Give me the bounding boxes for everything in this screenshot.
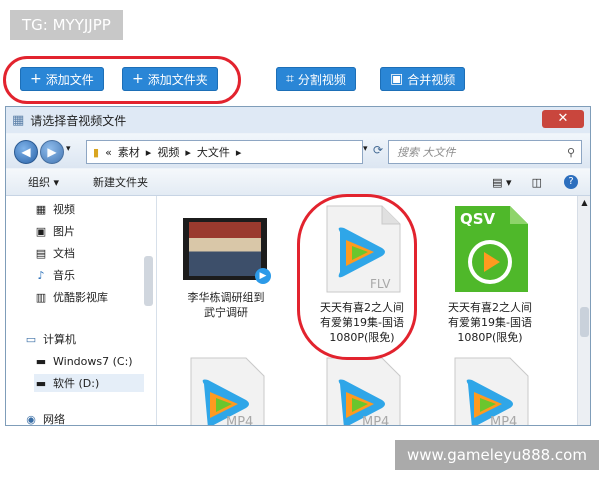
add-file-button[interactable]: + 添加文件	[20, 67, 104, 91]
sidebar-item-documents[interactable]: ▤ 文档	[34, 244, 75, 262]
breadcrumb-item[interactable]: 素材	[118, 144, 140, 160]
file-open-dialog: ▦ 请选择音视频文件 ✕ ◀ ▶ ▾ ▮ « 素材 ▸ 视频 ▸ 大文件 ▸ ▾…	[5, 106, 591, 426]
network-icon: ◉	[26, 412, 36, 426]
address-dropdown-icon[interactable]: ▾	[363, 144, 368, 154]
sidebar-item-drive-c[interactable]: ▬ Windows7 (C:)	[34, 352, 133, 370]
file-name: 李华栋调研组到 武宁调研	[187, 291, 265, 319]
close-button[interactable]: ✕	[542, 110, 584, 128]
help-icon[interactable]: ?	[564, 175, 578, 189]
sidebar-item-label: Windows7 (C:)	[53, 354, 133, 368]
tencent-video-mp4-icon: MP4	[454, 357, 529, 426]
tencent-video-mp4-icon: MP4	[190, 357, 265, 426]
add-folder-button[interactable]: + 添加文件夹	[122, 67, 218, 91]
file-type-label: QSV	[460, 210, 496, 228]
sidebar-item-label: 视频	[53, 203, 75, 216]
sidebar-item-label: 图片	[53, 225, 75, 238]
navigation-bar: ◀ ▶ ▾ ▮ « 素材 ▸ 视频 ▸ 大文件 ▸ ▾ ⟳ 搜索 大文件 ⚲	[6, 134, 590, 168]
sidebar-item-label: 优酷影视库	[53, 291, 108, 304]
music-library-icon: ♪	[37, 268, 45, 282]
play-badge-icon: ▶	[255, 268, 271, 284]
sidebar-item-label: 网络	[43, 413, 65, 426]
breadcrumb-separator-icon: ▸	[145, 145, 152, 159]
file-list: ▶ 李华栋调研组到 武宁调研 FLV 天天有喜2之人间 有爱第19集-国语 10…	[157, 194, 577, 426]
sidebar-item-music[interactable]: ♪ 音乐	[34, 266, 75, 284]
file-type-label: MP4	[226, 415, 253, 426]
youku-library-icon: ▥	[35, 290, 47, 304]
sidebar-item-youku[interactable]: ▥ 优酷影视库	[34, 288, 108, 306]
file-item[interactable]: MP4	[435, 356, 545, 426]
file-item[interactable]: MP4	[307, 356, 417, 426]
command-bar: 组织 ▾ 新建文件夹 ▤ ▾ ◫ ?	[6, 169, 590, 196]
dialog-titlebar: ▦ 请选择音视频文件	[6, 107, 590, 133]
file-item[interactable]: QSV 天天有喜2之人间 有爱第19集-国语 1080P(限免)	[435, 200, 545, 350]
navigation-pane: ▦ 视频 ▣ 图片 ▤ 文档 ♪ 音乐 ▥ 优酷影视库 ▭ 计算机 ▬ Wind…	[6, 196, 157, 425]
history-dropdown-icon[interactable]: ▾	[66, 144, 71, 154]
sidebar-scrollbar[interactable]	[144, 256, 153, 306]
breadcrumb-item[interactable]: 视频	[157, 144, 179, 160]
plus-icon: +	[30, 71, 42, 87]
tencent-video-mp4-icon: MP4	[326, 357, 401, 426]
split-video-label: 分割视频	[297, 72, 346, 87]
merge-video-button[interactable]: ▣ 合并视频	[380, 67, 466, 91]
file-item[interactable]: MP4	[171, 356, 281, 426]
video-thumbnail: ▶	[183, 218, 271, 284]
file-name: 天天有喜2之人间 有爱第19集-国语 1080P(限免)	[448, 301, 532, 344]
scroll-up-icon[interactable]: ▲	[578, 198, 590, 207]
back-arrow-icon[interactable]: ◀	[14, 140, 38, 164]
folder-icon: ▮	[93, 145, 100, 159]
view-options-icon[interactable]: ▤ ▾	[492, 176, 511, 189]
computer-icon: ▭	[25, 332, 37, 346]
file-type-label: MP4	[490, 415, 517, 426]
breadcrumb-separator-icon: ▸	[185, 145, 191, 159]
file-type-label: MP4	[362, 415, 389, 426]
watermark-tg: TG: MYYJJPP	[10, 10, 123, 40]
scroll-thumb[interactable]	[580, 307, 589, 337]
drive-icon: ▬	[35, 376, 47, 390]
sidebar-item-network[interactable]: ◉ 网络	[24, 410, 65, 426]
content-scrollbar[interactable]: ▲	[577, 196, 590, 425]
sidebar-item-pictures[interactable]: ▣ 图片	[34, 222, 75, 240]
annotation-ring-flv-file	[297, 194, 417, 360]
add-folder-label: 添加文件夹	[147, 72, 208, 87]
watermark-site: www.gameleyu888.com	[395, 440, 599, 470]
dialog-title: 请选择音视频文件	[30, 113, 127, 128]
organize-menu[interactable]: 组织 ▾	[28, 174, 59, 190]
breadcrumb-collapse[interactable]: «	[105, 146, 112, 159]
crop-icon: ⌗	[286, 71, 294, 87]
refresh-icon[interactable]: ⟳	[373, 143, 383, 157]
breadcrumb-separator-icon: ▸	[235, 145, 242, 159]
plus-icon: +	[132, 71, 144, 87]
file-item[interactable]: ▶ 李华栋调研组到 武宁调研	[171, 206, 281, 336]
forward-arrow-icon[interactable]: ▶	[40, 140, 64, 164]
split-video-button[interactable]: ⌗ 分割视频	[276, 67, 356, 91]
breadcrumb-item[interactable]: 大文件	[197, 144, 230, 160]
sidebar-item-label: 文档	[53, 247, 75, 260]
merge-video-label: 合并视频	[407, 72, 456, 87]
sidebar-item-drive-d[interactable]: ▬ 软件 (D:)	[34, 374, 144, 392]
search-placeholder: 搜索 大文件	[397, 146, 456, 159]
search-icon: ⚲	[566, 145, 575, 159]
drive-icon: ▬	[35, 354, 47, 368]
preview-pane-icon[interactable]: ◫	[532, 176, 542, 189]
window-icon: ▦	[12, 112, 25, 128]
sidebar-item-label: 计算机	[43, 333, 76, 346]
address-bar[interactable]: ▮ « 素材 ▸ 视频 ▸ 大文件 ▸	[86, 140, 363, 164]
qsv-file-icon: QSV	[455, 206, 528, 292]
search-input[interactable]: 搜索 大文件 ⚲	[388, 140, 582, 164]
picture-library-icon: ▣	[35, 224, 47, 238]
sidebar-item-label: 音乐	[53, 269, 75, 282]
sidebar-item-label: 软件 (D:)	[53, 377, 100, 390]
merge-icon: ▣	[390, 71, 404, 87]
video-library-icon: ▦	[35, 202, 47, 216]
document-library-icon: ▤	[35, 246, 47, 260]
add-file-label: 添加文件	[45, 72, 94, 87]
new-folder-button[interactable]: 新建文件夹	[93, 174, 148, 190]
sidebar-item-videos[interactable]: ▦ 视频	[34, 200, 75, 218]
sidebar-item-computer[interactable]: ▭ 计算机	[24, 330, 76, 348]
